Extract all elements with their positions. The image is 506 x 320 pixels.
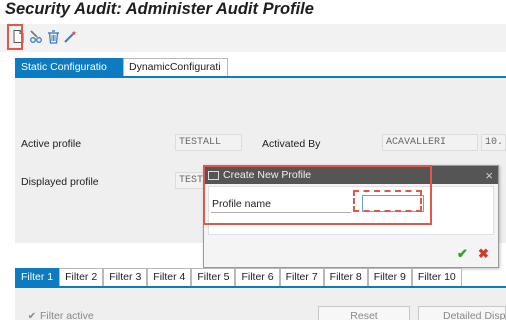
tab-filter-7[interactable]: Filter 7 <box>279 268 324 286</box>
new-profile-highlight <box>7 24 23 50</box>
page-title: Security Audit: Administer Audit Profile <box>5 0 314 18</box>
reset-button[interactable]: Reset <box>318 306 410 320</box>
active-profile-label: Active profile <box>21 138 82 150</box>
pencil-glasses-icon[interactable] <box>28 28 43 45</box>
active-profile-field: TESTALL <box>175 134 242 151</box>
tab-filter-10[interactable]: Filter 10 <box>411 268 462 286</box>
config-tabs: Static Configuratio DynamicConfigurati <box>15 58 228 76</box>
activated-by-label: Activated By <box>262 138 321 150</box>
activated-by-field: ACAVALLERI <box>382 134 478 151</box>
cancel-x-icon[interactable]: ✖ <box>476 246 491 261</box>
checkmark-icon: ✔ <box>27 310 37 320</box>
confirm-check-icon[interactable]: ✔ <box>455 246 470 261</box>
tab-filter-9[interactable]: Filter 9 <box>367 268 412 286</box>
tab-filter-4[interactable]: Filter 4 <box>147 268 192 286</box>
tab-static-configuration[interactable]: Static Configuratio <box>15 58 123 76</box>
tab-filter-5[interactable]: Filter 5 <box>191 268 236 286</box>
dialog-buttons: ✔ ✖ <box>455 246 491 261</box>
close-icon[interactable]: × <box>485 167 493 185</box>
tab-filter-6[interactable]: Filter 6 <box>235 268 280 286</box>
tab-filter-3[interactable]: Filter 3 <box>103 268 148 286</box>
activation-date-field: 10. <box>481 134 506 151</box>
tab-dynamic-configuration[interactable]: DynamicConfigurati <box>123 58 228 76</box>
trash-icon[interactable] <box>46 28 61 45</box>
toolbar <box>0 24 506 52</box>
detailed-display-button[interactable]: Detailed Disp <box>418 306 506 320</box>
tab-filter-2[interactable]: Filter 2 <box>59 268 104 286</box>
input-highlight <box>353 190 422 212</box>
displayed-profile-label: Displayed profile <box>21 176 99 188</box>
filter-tabs: Filter 1 Filter 2 Filter 3 Filter 4 Filt… <box>15 268 462 286</box>
filter-active-label: Filter active <box>40 310 94 320</box>
wand-icon[interactable] <box>63 28 78 45</box>
tab-filter-8[interactable]: Filter 8 <box>323 268 368 286</box>
tab-filter-1[interactable]: Filter 1 <box>15 268 60 286</box>
filter-active-checkbox[interactable]: ✔ Filter active <box>27 310 94 320</box>
